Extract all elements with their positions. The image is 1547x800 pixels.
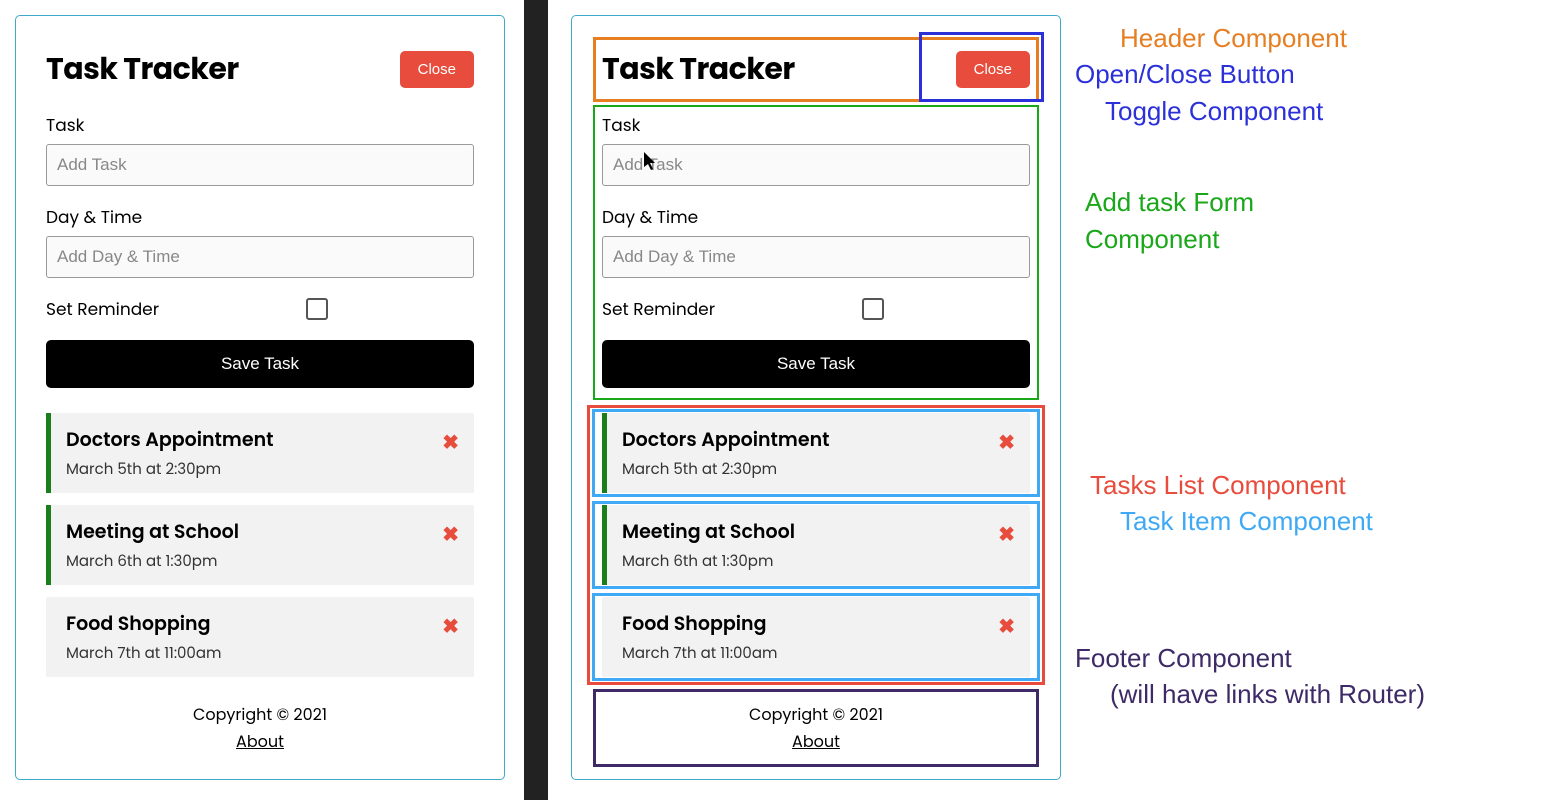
- legend-footer-line1: Footer Component: [1075, 640, 1535, 676]
- legend-toggle-line2: Toggle Component: [1105, 93, 1535, 129]
- reminder-label: Set Reminder: [602, 296, 862, 322]
- legend-tasks: Tasks List Component: [1090, 467, 1535, 503]
- delete-icon[interactable]: ✖: [998, 611, 1015, 641]
- delete-icon[interactable]: ✖: [998, 519, 1015, 549]
- tasks-list: Doctors Appointment March 5th at 2:30pm …: [46, 413, 474, 677]
- app-title: Task Tracker: [602, 46, 795, 92]
- about-link[interactable]: About: [236, 729, 284, 754]
- task-title: Meeting at School: [66, 517, 459, 546]
- task-title: Doctors Appointment: [66, 425, 459, 454]
- header: Task Tracker Close: [602, 46, 1030, 92]
- close-button[interactable]: Close: [400, 51, 474, 88]
- copyright-text: Copyright © 2021: [46, 702, 474, 727]
- legend-form-line1: Add task Form: [1085, 184, 1535, 220]
- task-label: Task: [602, 112, 1030, 138]
- delete-icon[interactable]: ✖: [442, 611, 459, 641]
- delete-icon[interactable]: ✖: [442, 519, 459, 549]
- task-time: March 5th at 2:30pm: [66, 458, 459, 481]
- legend: Header Component Open/Close Button Toggl…: [1075, 20, 1535, 713]
- vertical-divider: [524, 0, 548, 800]
- legend-header: Header Component: [1120, 20, 1535, 56]
- task-title: Doctors Appointment: [622, 425, 1015, 454]
- task-time: March 7th at 11:00am: [66, 642, 459, 665]
- footer: Copyright © 2021 About: [602, 697, 1030, 759]
- task-title: Food Shopping: [622, 609, 1015, 638]
- daytime-label: Day & Time: [46, 204, 474, 230]
- save-task-button[interactable]: Save Task: [602, 340, 1030, 388]
- reminder-checkbox[interactable]: [862, 298, 884, 320]
- task-time: March 7th at 11:00am: [622, 642, 1015, 665]
- legend-toggle-line1: Open/Close Button: [1075, 56, 1535, 92]
- task-tracker-card-right: Task Tracker Close Task Day & Time Set R…: [571, 15, 1061, 780]
- add-task-form: Task Day & Time Set Reminder Save Task: [46, 112, 474, 388]
- task-tracker-card-left: Task Tracker Close Task Day & Time Set R…: [15, 15, 505, 780]
- task-title: Meeting at School: [622, 517, 1015, 546]
- task-item[interactable]: Food Shopping March 7th at 11:00am ✖: [46, 597, 474, 677]
- task-item[interactable]: Meeting at School March 6th at 1:30pm ✖: [602, 505, 1030, 585]
- save-task-button[interactable]: Save Task: [46, 340, 474, 388]
- task-time: March 5th at 2:30pm: [622, 458, 1015, 481]
- header: Task Tracker Close: [46, 46, 474, 92]
- close-button[interactable]: Close: [956, 51, 1030, 88]
- copyright-text: Copyright © 2021: [602, 702, 1030, 727]
- task-time: March 6th at 1:30pm: [622, 550, 1015, 573]
- delete-icon[interactable]: ✖: [442, 427, 459, 457]
- task-input[interactable]: [602, 144, 1030, 186]
- add-task-form: Task Day & Time Set Reminder Save Task: [602, 112, 1030, 388]
- tasks-list: Doctors Appointment March 5th at 2:30pm …: [602, 413, 1030, 677]
- task-time: March 6th at 1:30pm: [66, 550, 459, 573]
- delete-icon[interactable]: ✖: [998, 427, 1015, 457]
- task-item[interactable]: Meeting at School March 6th at 1:30pm ✖: [46, 505, 474, 585]
- daytime-input[interactable]: [602, 236, 1030, 278]
- reminder-checkbox[interactable]: [306, 298, 328, 320]
- app-title: Task Tracker: [46, 46, 239, 92]
- daytime-input[interactable]: [46, 236, 474, 278]
- task-label: Task: [46, 112, 474, 138]
- footer: Copyright © 2021 About: [46, 697, 474, 759]
- legend-footer-line2: (will have links with Router): [1110, 676, 1535, 712]
- task-item[interactable]: Doctors Appointment March 5th at 2:30pm …: [602, 413, 1030, 493]
- legend-taskitem: Task Item Component: [1120, 503, 1535, 539]
- reminder-label: Set Reminder: [46, 296, 306, 322]
- task-input[interactable]: [46, 144, 474, 186]
- annotation-footer-box: [593, 689, 1039, 767]
- daytime-label: Day & Time: [602, 204, 1030, 230]
- legend-form-line2: Component: [1085, 221, 1535, 257]
- task-title: Food Shopping: [66, 609, 459, 638]
- task-item[interactable]: Doctors Appointment March 5th at 2:30pm …: [46, 413, 474, 493]
- task-item[interactable]: Food Shopping March 7th at 11:00am ✖: [602, 597, 1030, 677]
- about-link[interactable]: About: [792, 729, 840, 754]
